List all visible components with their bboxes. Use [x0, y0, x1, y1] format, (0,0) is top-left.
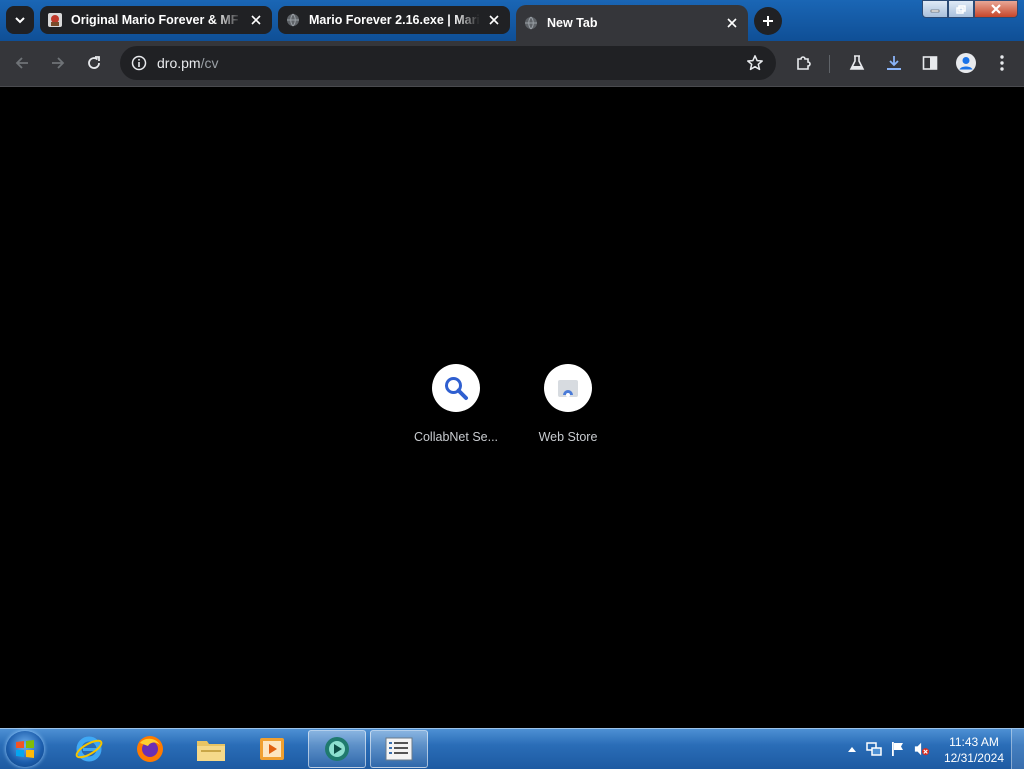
taskbar-internet-explorer[interactable] [60, 730, 118, 768]
avatar-icon [956, 53, 976, 73]
firefox-icon [137, 736, 163, 762]
globe-icon [525, 16, 537, 30]
window-controls [922, 0, 1018, 18]
address-bar[interactable]: dro.pm/cv [120, 46, 776, 80]
flag-icon [892, 742, 903, 756]
browser-toolbar: dro.pm/cv [0, 41, 1024, 87]
arrow-left-icon [15, 57, 28, 69]
close-window-button[interactable] [974, 0, 1018, 18]
network-icon [866, 742, 882, 756]
taskbar-file-explorer[interactable] [182, 730, 240, 768]
minimize-button[interactable] [922, 0, 948, 18]
minimize-icon [930, 9, 940, 13]
shortcut-tile[interactable] [432, 364, 480, 412]
action-center-button[interactable] [890, 741, 906, 757]
chevron-up-icon [848, 747, 856, 752]
windows-taskbar: 11:43 AM 12/31/2024 [0, 728, 1024, 769]
globe-icon [287, 13, 299, 27]
network-tray-button[interactable] [866, 741, 882, 757]
tab-search-button[interactable] [6, 6, 34, 34]
system-tray: 11:43 AM 12/31/2024 [840, 729, 1024, 769]
tab-title: Mario Forever 2.16.exe | Mario [309, 13, 480, 27]
shortcut-label: Web Store [538, 430, 598, 444]
taskbar-media-player[interactable] [243, 730, 301, 768]
taskbar-active-app[interactable] [308, 730, 366, 768]
clock-date: 12/31/2024 [943, 751, 1004, 765]
show-desktop-button[interactable] [1011, 729, 1024, 769]
close-tab-icon[interactable] [724, 15, 740, 31]
kebab-menu-icon [1000, 55, 1004, 71]
url-host: dro.pm [157, 55, 201, 71]
windows-logo-icon [16, 740, 34, 758]
forward-button[interactable] [46, 51, 70, 75]
back-button[interactable] [10, 51, 34, 75]
extensions-button[interactable] [792, 51, 816, 75]
tab-title: New Tab [547, 16, 598, 30]
arrow-right-icon [52, 57, 65, 69]
close-icon [991, 4, 1001, 14]
tab-mario-remakes[interactable]: Original Mario Forever & MF Remakes [40, 6, 272, 34]
notepad-list-icon [385, 737, 413, 761]
info-icon [131, 55, 147, 71]
taskbar-list-app[interactable] [370, 730, 428, 768]
downloads-button[interactable] [882, 51, 906, 75]
close-tab-icon[interactable] [486, 12, 502, 28]
profile-button[interactable] [954, 51, 978, 75]
shortcut-tile[interactable] [544, 364, 592, 412]
restore-button[interactable] [948, 0, 974, 18]
app-circle-icon [325, 737, 349, 761]
chevron-down-icon [15, 17, 25, 24]
search-icon [445, 377, 468, 400]
restore-icon [956, 4, 966, 14]
taskbar-clock[interactable]: 11:43 AM 12/31/2024 [944, 734, 1004, 766]
plus-icon [763, 16, 773, 26]
mario-favicon-icon [48, 13, 62, 27]
shortcut-web-store[interactable]: Web Store [512, 364, 624, 444]
url-path: /cv [200, 55, 219, 71]
close-tab-icon[interactable] [248, 12, 264, 28]
bookmark-button[interactable] [746, 54, 764, 77]
tab-strip: Original Mario Forever & MF Remakes Mari… [0, 0, 1024, 41]
url-text[interactable]: dro.pm/cv [157, 55, 218, 71]
site-info-button[interactable] [122, 46, 156, 80]
tab-mario-exe[interactable]: Mario Forever 2.16.exe | Mario [278, 6, 510, 34]
tab-new-tab[interactable]: New Tab [516, 5, 748, 41]
star-icon [747, 55, 763, 71]
shortcut-collabnet[interactable]: CollabNet Se... [400, 364, 512, 444]
taskbar-firefox[interactable] [121, 730, 179, 768]
download-icon [887, 56, 901, 70]
volume-muted-icon [914, 742, 930, 756]
labs-button[interactable] [845, 51, 869, 75]
side-panel-button[interactable] [918, 51, 942, 75]
new-tab-button[interactable] [754, 7, 782, 35]
browser-menu-button[interactable] [990, 51, 1014, 75]
side-panel-icon [922, 56, 938, 70]
show-hidden-icons-button[interactable] [844, 741, 860, 757]
folder-icon [197, 741, 225, 761]
web-store-icon [558, 380, 578, 397]
reload-button[interactable] [82, 51, 106, 75]
toolbar-separator [829, 55, 830, 73]
internet-explorer-icon [75, 736, 103, 762]
shortcut-label: CollabNet Se... [413, 430, 499, 444]
puzzle-icon [797, 56, 811, 70]
tab-title: Original Mario Forever & MF Remakes [71, 13, 242, 27]
media-player-icon [260, 738, 284, 760]
flask-icon [849, 55, 865, 70]
clock-time: 11:43 AM [949, 735, 999, 749]
start-button[interactable] [6, 731, 44, 767]
volume-tray-button[interactable] [914, 741, 930, 757]
reload-icon [88, 56, 100, 69]
